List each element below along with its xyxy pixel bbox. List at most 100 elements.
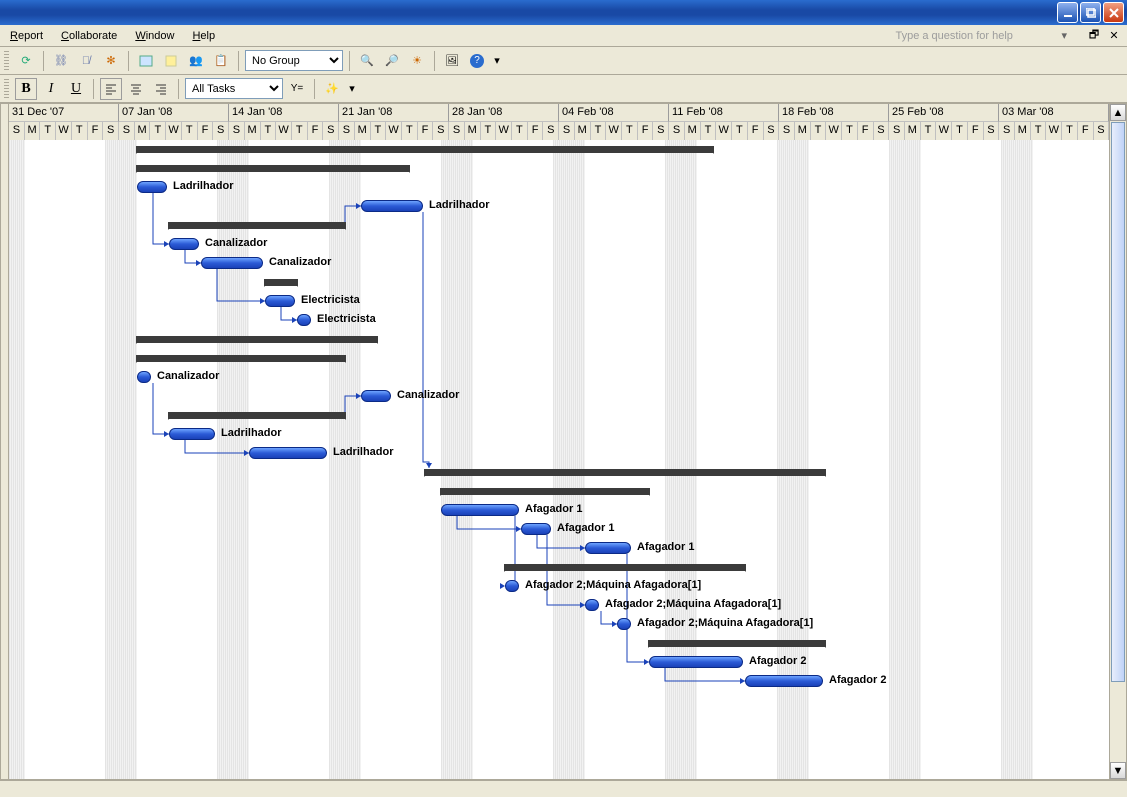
task-label: Electricista bbox=[301, 294, 360, 306]
task-bar[interactable] bbox=[137, 371, 151, 383]
timescale-day: T bbox=[622, 122, 638, 140]
summary-bar[interactable] bbox=[441, 488, 649, 495]
underline-button[interactable]: U bbox=[65, 78, 87, 100]
scroll-thumb[interactable] bbox=[1111, 122, 1125, 682]
group-by-select[interactable]: No Group bbox=[245, 50, 343, 71]
toolbar-options-icon[interactable]: ▾ bbox=[491, 50, 503, 72]
task-bar[interactable] bbox=[361, 390, 391, 402]
window-maximize-button[interactable] bbox=[1080, 2, 1101, 23]
summary-bar[interactable] bbox=[137, 355, 345, 362]
task-label: Afagador 2;Máquina Afagadora[1] bbox=[605, 598, 781, 610]
publish-icon[interactable]: 📋 bbox=[210, 50, 232, 72]
timescale-day: W bbox=[56, 122, 72, 140]
restore-subwindow-button[interactable]: 🗗 bbox=[1087, 29, 1101, 43]
menu-collaborate[interactable]: Collaborate bbox=[57, 28, 121, 44]
timescale-day: S bbox=[559, 122, 575, 140]
summary-bar[interactable] bbox=[137, 146, 713, 153]
splitter[interactable] bbox=[1, 104, 9, 779]
task-bar[interactable] bbox=[249, 447, 327, 459]
zoom-in-icon[interactable]: 🔍 bbox=[356, 50, 378, 72]
timescale-day: S bbox=[103, 122, 119, 140]
summary-bar[interactable] bbox=[137, 165, 409, 172]
timescale-day: F bbox=[198, 122, 214, 140]
timescale-week: 25 Feb '08 bbox=[889, 104, 999, 122]
italic-button[interactable]: I bbox=[40, 78, 62, 100]
timescale-day: T bbox=[1031, 122, 1047, 140]
menu-report[interactable]: Report bbox=[6, 28, 47, 44]
timescale-day: T bbox=[921, 122, 937, 140]
timescale-day: S bbox=[999, 122, 1015, 140]
timescale-week: 14 Jan '08 bbox=[229, 104, 339, 122]
task-information-icon[interactable] bbox=[135, 50, 157, 72]
task-bar[interactable] bbox=[137, 181, 167, 193]
task-bar[interactable] bbox=[361, 200, 423, 212]
task-bar[interactable] bbox=[441, 504, 519, 516]
timescale-day: S bbox=[449, 122, 465, 140]
task-label: Ladrilhador bbox=[429, 199, 490, 211]
task-bar[interactable] bbox=[585, 542, 631, 554]
task-bar[interactable] bbox=[617, 618, 631, 630]
help-icon[interactable]: ? bbox=[466, 50, 488, 72]
standard-toolbar: ⟳ ⛓ ⛓̸ ✻ 👥 📋 No Group 🔍 🔎 ☀ 🖼 ? ▾ bbox=[0, 47, 1127, 75]
zoom-out-icon[interactable]: 🔎 bbox=[381, 50, 403, 72]
task-bar[interactable] bbox=[521, 523, 551, 535]
task-notes-icon[interactable] bbox=[160, 50, 182, 72]
task-bar[interactable] bbox=[265, 295, 295, 307]
toolbar-grip[interactable] bbox=[4, 79, 9, 99]
toolbar-options-icon[interactable]: ▾ bbox=[346, 78, 358, 100]
timescale-week: 31 Dec '07 bbox=[9, 104, 119, 122]
gantt-wizard-icon[interactable]: ✨ bbox=[321, 78, 343, 100]
summary-bar[interactable] bbox=[505, 564, 745, 571]
gantt-body[interactable]: LadrilhadorLadrilhadorCanalizadorCanaliz… bbox=[9, 140, 1109, 779]
timescale-day: S bbox=[764, 122, 780, 140]
window-close-button[interactable] bbox=[1103, 2, 1124, 23]
unlink-tasks-icon[interactable]: ⛓̸ bbox=[75, 50, 97, 72]
close-subwindow-button[interactable]: ✕ bbox=[1107, 29, 1121, 43]
autofilter-button[interactable]: Y= bbox=[286, 78, 308, 100]
align-right-button[interactable] bbox=[150, 78, 172, 100]
task-label: Canalizador bbox=[269, 256, 331, 268]
task-bar[interactable] bbox=[169, 428, 215, 440]
assign-resources-icon[interactable]: 👥 bbox=[185, 50, 207, 72]
vertical-scrollbar[interactable]: ▲ ▼ bbox=[1109, 104, 1126, 779]
summary-bar[interactable] bbox=[425, 469, 825, 476]
task-bar[interactable] bbox=[585, 599, 599, 611]
timescale-week: 28 Jan '08 bbox=[449, 104, 559, 122]
task-bar[interactable] bbox=[505, 580, 519, 592]
scroll-down-button[interactable]: ▼ bbox=[1110, 762, 1126, 779]
copy-picture-icon[interactable]: 🖼 bbox=[441, 50, 463, 72]
summary-bar[interactable] bbox=[169, 412, 345, 419]
menu-window[interactable]: Window bbox=[131, 28, 178, 44]
timescale-day: F bbox=[88, 122, 104, 140]
task-bar[interactable] bbox=[169, 238, 199, 250]
scroll-up-button[interactable]: ▲ bbox=[1110, 104, 1126, 121]
dropdown-icon[interactable]: ▾ bbox=[1061, 29, 1067, 42]
toolbar-grip[interactable] bbox=[4, 51, 9, 71]
timescale-day: M bbox=[135, 122, 151, 140]
summary-bar[interactable] bbox=[649, 640, 825, 647]
bold-button[interactable]: B bbox=[15, 78, 37, 100]
timescale-week: 18 Feb '08 bbox=[779, 104, 889, 122]
task-label: Afagador 2;Máquina Afagadora[1] bbox=[525, 579, 701, 591]
align-left-button[interactable] bbox=[100, 78, 122, 100]
timescale-day: S bbox=[889, 122, 905, 140]
timescale-day: F bbox=[968, 122, 984, 140]
task-bar[interactable] bbox=[745, 675, 823, 687]
filter-select[interactable]: All Tasks bbox=[185, 78, 283, 99]
task-bar[interactable] bbox=[297, 314, 311, 326]
align-center-button[interactable] bbox=[125, 78, 147, 100]
link-tasks-icon[interactable]: ⛓ bbox=[50, 50, 72, 72]
resource-substitution-icon[interactable]: ⟳ bbox=[15, 50, 37, 72]
timescale-day: S bbox=[213, 122, 229, 140]
split-task-icon[interactable]: ✻ bbox=[100, 50, 122, 72]
help-search-input[interactable]: Type a question for help bbox=[895, 30, 1055, 42]
menu-help[interactable]: Help bbox=[188, 28, 219, 44]
task-bar[interactable] bbox=[649, 656, 743, 668]
summary-bar[interactable] bbox=[265, 279, 297, 286]
task-bar[interactable] bbox=[201, 257, 263, 269]
summary-bar[interactable] bbox=[169, 222, 345, 229]
timescale-day: T bbox=[292, 122, 308, 140]
summary-bar[interactable] bbox=[137, 336, 377, 343]
window-minimize-button[interactable] bbox=[1057, 2, 1078, 23]
goto-selected-task-icon[interactable]: ☀ bbox=[406, 50, 428, 72]
